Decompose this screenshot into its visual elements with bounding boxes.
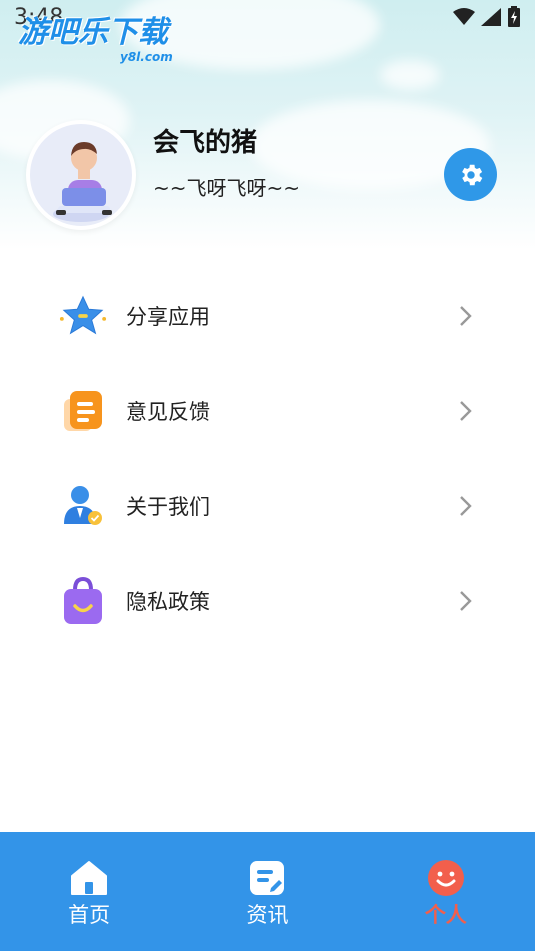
profile-name: 会飞的猪: [153, 128, 258, 158]
smile-icon: [426, 858, 466, 898]
chevron-right-icon: [460, 400, 472, 421]
tab-label: 首页: [68, 903, 111, 927]
wifi-icon: [453, 8, 475, 25]
menu-item-privacy-policy[interactable]: 隐私政策: [0, 553, 535, 648]
tab-label: 个人: [424, 903, 467, 927]
news-icon: [247, 858, 287, 898]
bottom-tab-bar: 首页 资讯 个人: [0, 832, 535, 951]
tab-news[interactable]: 资讯: [178, 832, 356, 951]
gear-icon: [461, 164, 482, 185]
document-icon: [58, 386, 108, 436]
tab-home[interactable]: 首页: [0, 832, 178, 951]
tab-label: 资讯: [246, 903, 289, 927]
star-icon: [58, 291, 108, 341]
watermark-logo: 游吧乐下载: [18, 15, 168, 50]
tab-profile[interactable]: 个人: [357, 832, 535, 951]
menu-item-label: 分享应用: [126, 304, 210, 329]
signal-icon: [481, 8, 501, 26]
menu-item-about-us[interactable]: 关于我们: [0, 458, 535, 553]
bag-icon: [58, 576, 108, 626]
profile-signature: ~~飞呀飞呀~~: [153, 176, 301, 200]
settings-button[interactable]: [444, 148, 497, 201]
chevron-right-icon: [460, 590, 472, 611]
chevron-right-icon: [460, 305, 472, 326]
menu-item-label: 关于我们: [126, 494, 210, 519]
home-icon: [69, 858, 109, 898]
chevron-right-icon: [460, 495, 472, 516]
menu-item-feedback[interactable]: 意见反馈: [0, 363, 535, 458]
battery-icon: [508, 6, 520, 27]
menu-item-label: 隐私政策: [126, 589, 210, 614]
avatar[interactable]: [26, 120, 136, 230]
user-badge-icon: [58, 481, 108, 531]
status-icons: [453, 6, 521, 28]
menu-item-label: 意见反馈: [126, 399, 210, 424]
menu-list: 分享应用 意见反馈 关于我们 隐私政策: [0, 268, 535, 648]
watermark-url: y8l.com: [120, 50, 173, 64]
menu-item-share-app[interactable]: 分享应用: [0, 268, 535, 363]
